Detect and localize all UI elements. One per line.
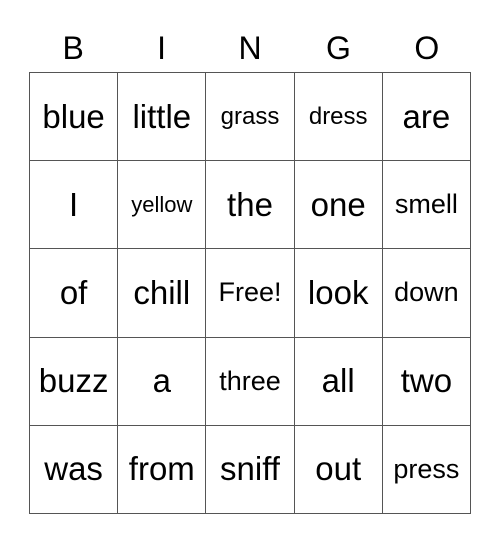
free-space-cell[interactable]: Free! — [206, 249, 295, 338]
bingo-cell[interactable]: out — [294, 425, 383, 514]
bingo-cell[interactable]: press — [382, 425, 471, 514]
bingo-cell[interactable]: from — [118, 425, 207, 514]
bingo-cell[interactable]: two — [382, 337, 471, 426]
bingo-cell[interactable]: yellow — [118, 161, 207, 250]
bingo-cell[interactable]: was — [30, 425, 119, 514]
bingo-cell[interactable]: I — [30, 161, 119, 250]
bingo-card: blue little grass dress are I yellow the… — [29, 72, 471, 514]
bingo-cell[interactable]: one — [294, 161, 383, 250]
header-letter-b: B — [62, 30, 84, 66]
bingo-cell[interactable]: chill — [118, 249, 207, 338]
header-letter-i: I — [157, 30, 167, 66]
bingo-cell[interactable]: a — [118, 337, 207, 426]
bingo-header: B I N G O — [29, 28, 471, 72]
header-letter-o: O — [414, 30, 440, 66]
bingo-cell[interactable]: smell — [382, 161, 471, 250]
bingo-cell[interactable]: grass — [206, 73, 295, 162]
bingo-cell[interactable]: blue — [30, 73, 119, 162]
header-letter-n: N — [238, 30, 262, 66]
bingo-cell[interactable]: down — [382, 249, 471, 338]
bingo-cell[interactable]: buzz — [30, 337, 119, 426]
bingo-cell[interactable]: of — [30, 249, 119, 338]
bingo-cell[interactable]: look — [294, 249, 383, 338]
bingo-cell[interactable]: dress — [294, 73, 383, 162]
bingo-cell[interactable]: little — [118, 73, 207, 162]
header-letter-g: G — [325, 30, 351, 66]
bingo-cell[interactable]: are — [382, 73, 471, 162]
bingo-cell[interactable]: sniff — [206, 425, 295, 514]
bingo-cell[interactable]: the — [206, 161, 295, 250]
bingo-cell[interactable]: all — [294, 337, 383, 426]
bingo-cell[interactable]: three — [206, 337, 295, 426]
